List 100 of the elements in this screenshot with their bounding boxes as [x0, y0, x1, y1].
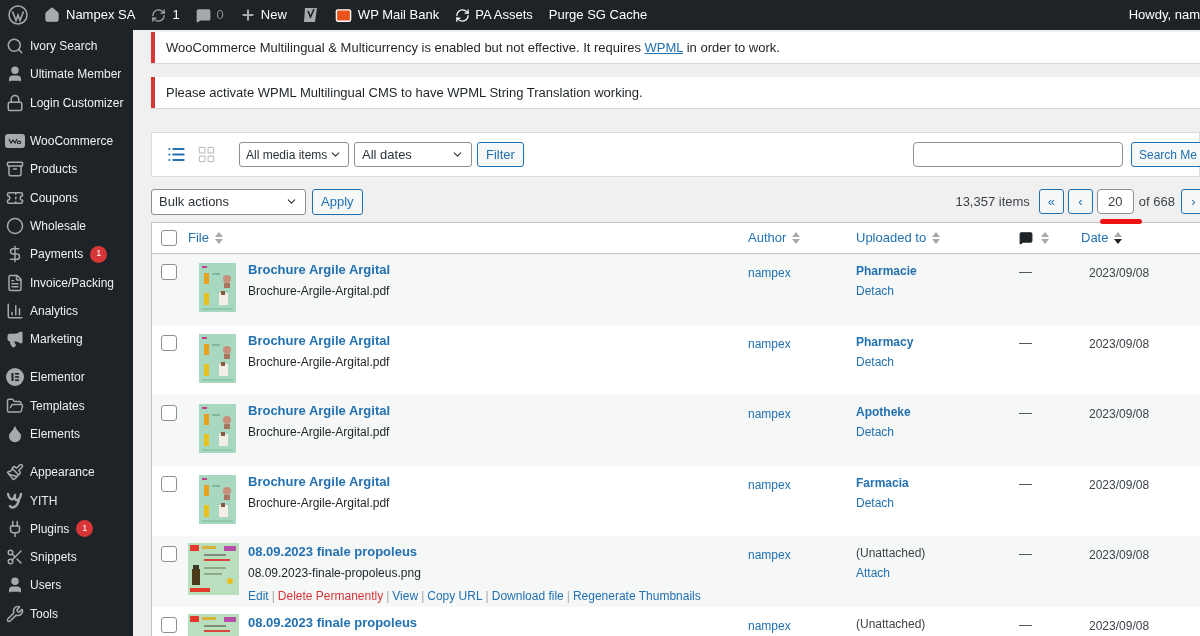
sidebar-item[interactable]: WooCommerce	[0, 126, 133, 156]
date-text: 2023/09/08	[1089, 477, 1150, 492]
row-action-link[interactable]: Delete Permanently	[277, 587, 384, 605]
parent-post-link[interactable]: Pharmacie	[856, 262, 917, 280]
refresh-icon	[455, 7, 471, 23]
file-name: Brochure-Argile-Argital.pdf	[248, 353, 391, 371]
media-type-select[interactable]: All media items	[239, 142, 349, 167]
bar-label: WP Mail Bank	[357, 6, 440, 25]
attach-link[interactable]: Detach	[856, 352, 895, 371]
file-title-link[interactable]: 08.09.2023 finale propoleus	[248, 543, 701, 561]
sidebar-item[interactable]: Ultimate Member	[0, 60, 133, 89]
sidebar-item[interactable]: Login Customizer	[0, 88, 133, 117]
scribble-underline	[1099, 219, 1142, 224]
row-action-link[interactable]: Copy URL	[427, 587, 483, 605]
first-page-button[interactable]: «	[1038, 189, 1064, 214]
file-title-link[interactable]: Brochure Argile Argital	[248, 331, 391, 350]
previous-page-button[interactable]: ‹	[1067, 189, 1093, 214]
bar-label: Nampex SA	[66, 6, 136, 25]
purge-cache-link[interactable]: Purge SG Cache	[540, 5, 656, 25]
bar-label: PA Assets	[475, 6, 533, 25]
separator: |	[386, 588, 390, 605]
row-checkbox[interactable]	[161, 616, 177, 633]
file-title-link[interactable]: Brochure Argile Argital	[248, 472, 391, 491]
author-link[interactable]: nampex	[748, 336, 791, 351]
attach-link[interactable]: Detach	[856, 282, 895, 300]
file-title-link[interactable]: 08.09.2023 finale propoleus	[248, 613, 418, 632]
yith-icon	[6, 490, 24, 511]
sidebar-item[interactable]: Plugins 1	[0, 514, 133, 544]
row-checkbox[interactable]	[161, 475, 177, 492]
sidebar-item[interactable]: Elementor	[0, 363, 133, 392]
file-name: Brochure-Argile-Argital.pdf	[248, 283, 391, 300]
date-text: 2023/09/08	[1089, 336, 1150, 351]
bulk-actions-select[interactable]: Bulk actions	[151, 188, 306, 215]
wordpress-logo[interactable]	[8, 5, 28, 25]
sidebar-item[interactable]: Products	[0, 155, 133, 184]
column-header[interactable]: Date	[1081, 228, 1109, 248]
circle-icon	[6, 216, 24, 235]
row-action-link[interactable]: Edit	[248, 587, 269, 605]
comments-menu[interactable]: 0	[187, 5, 232, 25]
scissors-icon	[6, 548, 24, 567]
column-header[interactable]: Author	[748, 228, 787, 248]
row-action-link[interactable]: View	[392, 587, 419, 605]
attach-link[interactable]: Attach	[856, 564, 891, 582]
sidebar-item[interactable]: Users	[0, 571, 133, 600]
mail-bank-menu[interactable]: WP Mail Bank	[326, 5, 448, 25]
date-text: 2023/09/08	[1089, 407, 1150, 421]
row-checkbox[interactable]	[161, 230, 177, 246]
sidebar-item[interactable]: Snippets	[0, 543, 133, 572]
search-field[interactable]	[913, 142, 1123, 167]
attach-link[interactable]: Detach	[856, 423, 895, 441]
sidebar-item[interactable]: Templates	[0, 391, 133, 420]
separator: |	[421, 588, 425, 605]
next-page-button[interactable]: ›	[1181, 189, 1200, 214]
filter-button[interactable]: Filter	[477, 142, 524, 167]
file-title-link[interactable]: Brochure Argile Argital	[248, 261, 391, 279]
bar-label: 0	[216, 6, 224, 25]
sidebar-item[interactable]: Invoice/Packing	[0, 268, 133, 297]
parent-post-link[interactable]: Pharmacy	[856, 332, 914, 351]
search-button[interactable]: Search Me	[1131, 142, 1200, 167]
date-select[interactable]: All dates	[354, 142, 472, 167]
new-menu[interactable]: New	[231, 5, 295, 25]
row-action-link[interactable]: Download file	[491, 587, 564, 605]
author-link[interactable]: nampex	[748, 548, 791, 562]
sidebar-item[interactable]: Marketing	[0, 324, 133, 354]
file-title-link[interactable]: Brochure Argile Argital	[248, 402, 391, 420]
apply-button[interactable]: Apply	[312, 188, 363, 215]
column-header[interactable]: File	[188, 228, 209, 248]
yoast-icon[interactable]	[302, 6, 319, 24]
sidebar-item[interactable]: YITH	[0, 486, 133, 515]
parent-post-link[interactable]: Apotheke	[856, 403, 911, 421]
sidebar-item[interactable]: Coupons	[0, 183, 133, 212]
row-checkbox[interactable]	[161, 405, 177, 421]
author-link[interactable]: nampex	[748, 477, 791, 492]
column-header[interactable]: Uploaded to	[856, 228, 927, 248]
sidebar-item[interactable]: Appearance	[0, 458, 133, 487]
parent-post-link[interactable]: Farmacia	[856, 473, 909, 492]
attach-link[interactable]: Detach	[856, 493, 895, 512]
sidebar-item[interactable]: Ivory Search	[0, 32, 133, 61]
assets-menu[interactable]: PA Assets	[447, 5, 541, 25]
site-menu[interactable]: Nampex SA	[36, 5, 144, 25]
author-link[interactable]: nampex	[748, 618, 791, 633]
date-text: 2023/09/08	[1089, 266, 1150, 280]
author-link[interactable]: nampex	[748, 407, 791, 421]
sidebar-item[interactable]: Tools	[0, 599, 133, 628]
sidebar-item[interactable]: Payments 1	[0, 240, 133, 269]
sidebar-item[interactable]: Elements	[0, 419, 133, 449]
page-total: of 668	[1138, 192, 1175, 211]
updates-menu[interactable]: 1	[143, 5, 188, 25]
wpml-link[interactable]: WPML	[644, 39, 684, 55]
row-checkbox[interactable]	[161, 546, 177, 562]
separator: |	[271, 588, 275, 605]
row-action-link[interactable]: Regenerate Thumbnails	[572, 587, 701, 605]
row-checkbox[interactable]	[161, 264, 177, 280]
sidebar-item[interactable]: Wholesale	[0, 211, 133, 241]
account-greeting[interactable]: Howdy, nam	[1128, 5, 1200, 25]
author-link[interactable]: nampex	[748, 266, 791, 280]
row-checkbox[interactable]	[161, 334, 177, 351]
page-number-field[interactable]: 20	[1096, 189, 1134, 214]
sidebar-item[interactable]: Analytics	[0, 296, 133, 325]
elementor-icon	[6, 368, 24, 387]
